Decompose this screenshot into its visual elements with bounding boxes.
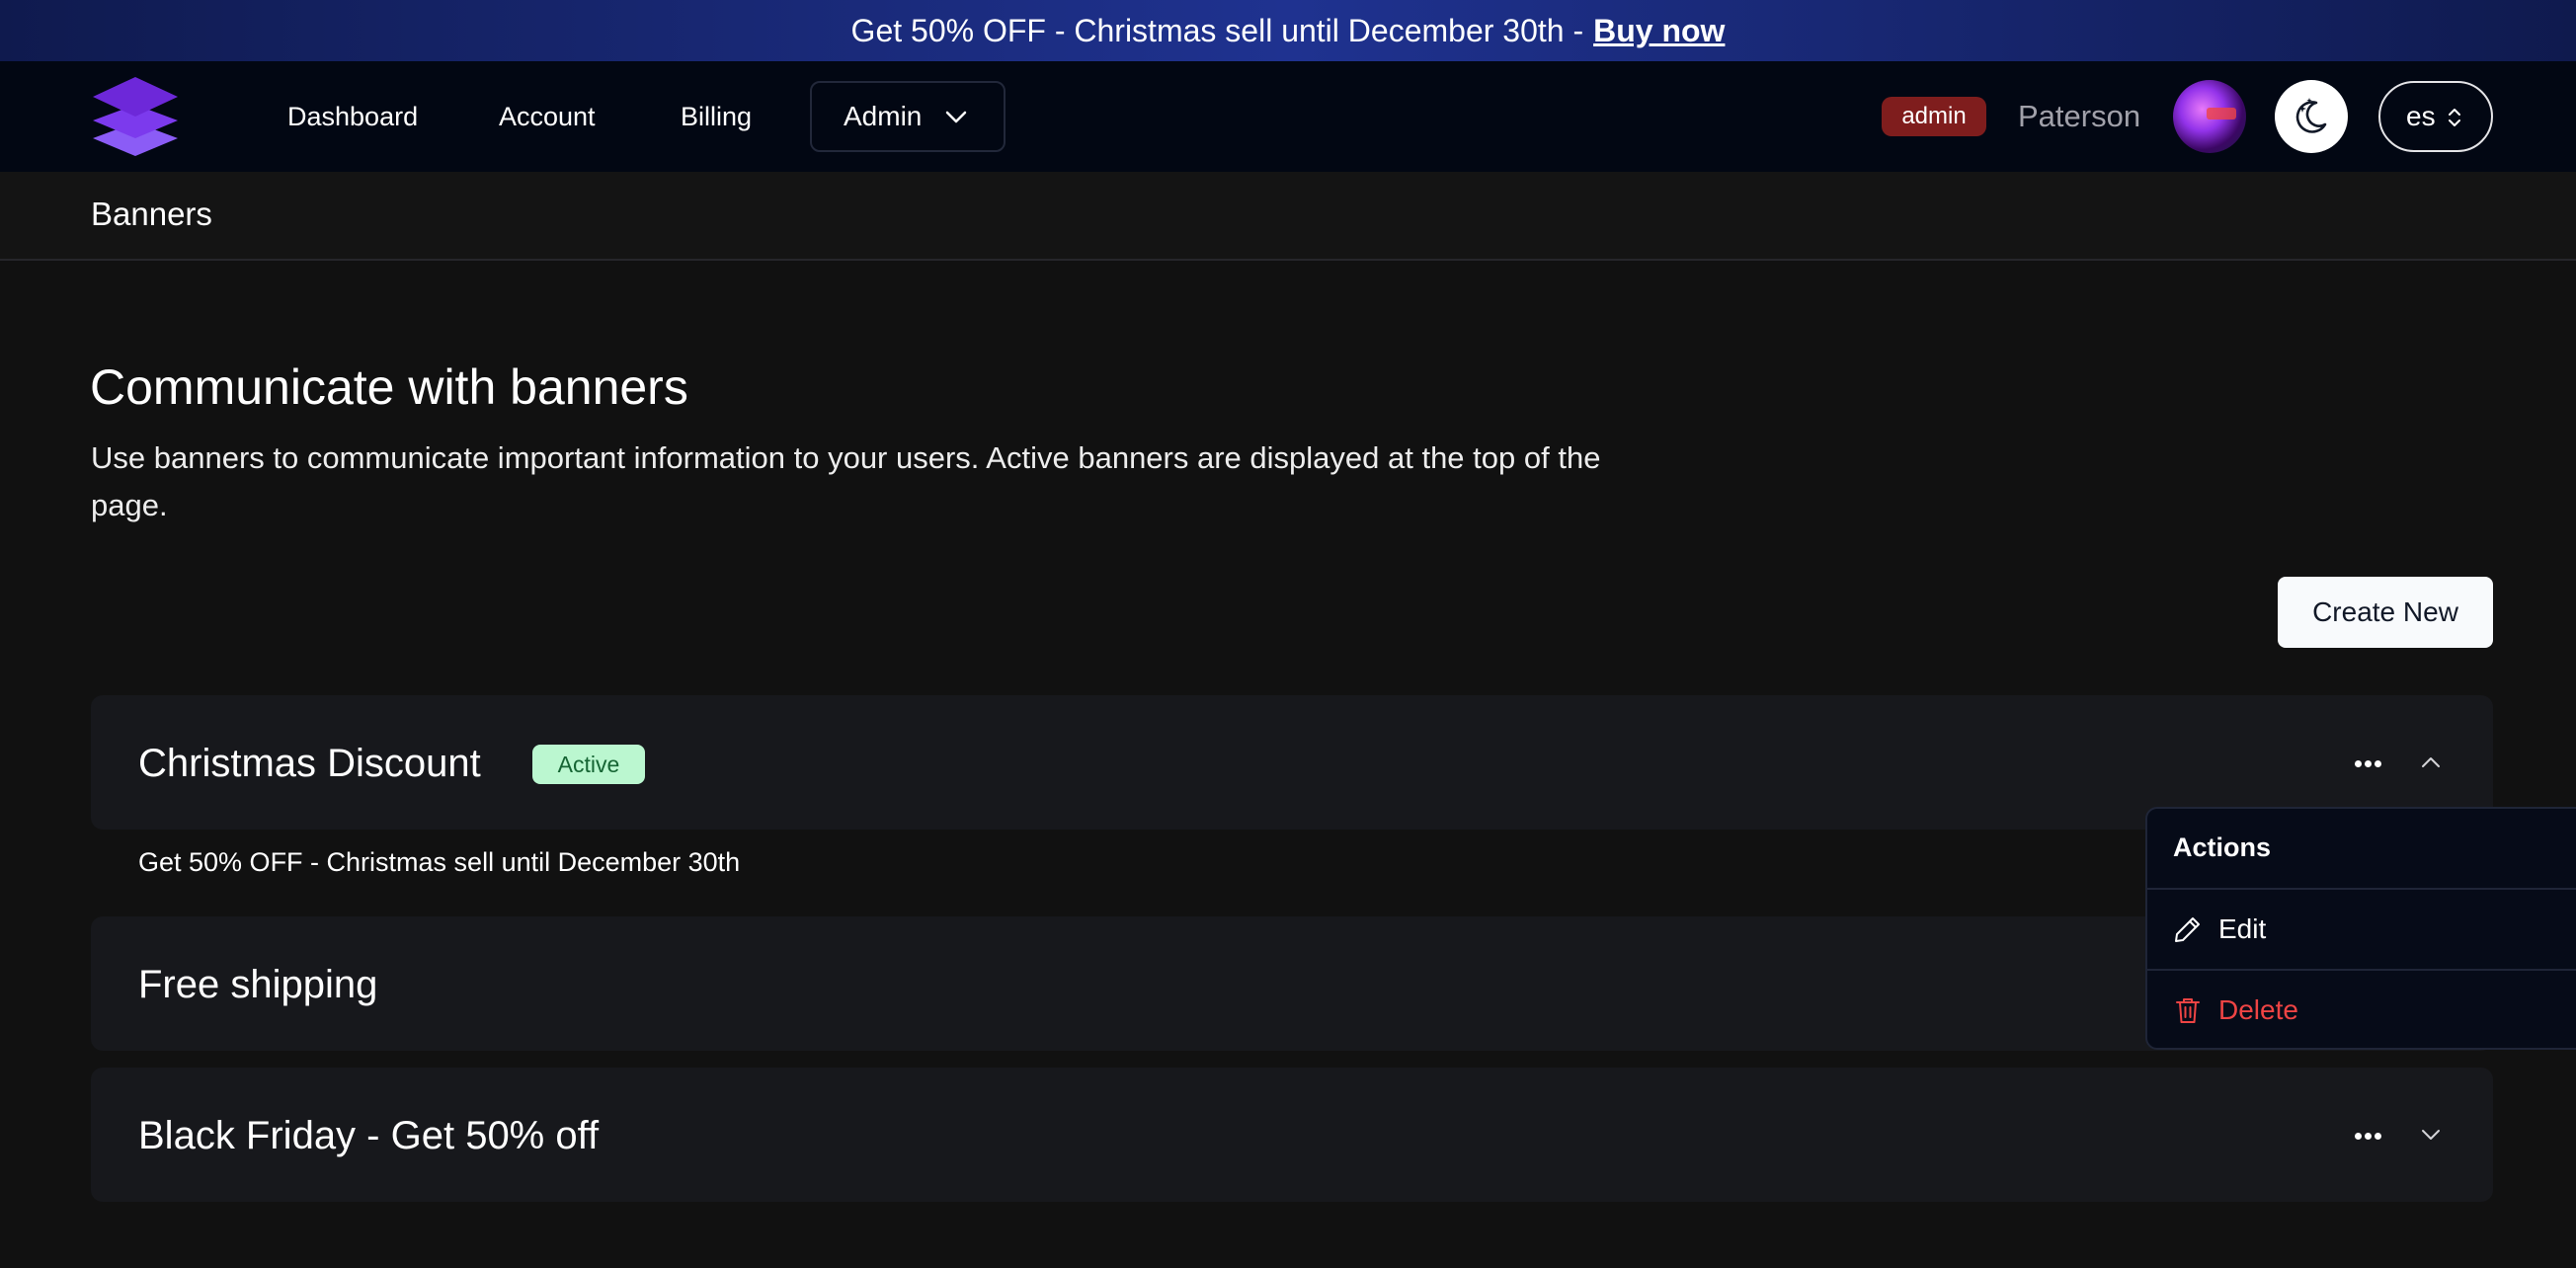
status-badge: Active: [532, 745, 645, 784]
nav-link-billing[interactable]: Billing: [681, 97, 752, 136]
admin-menu-label: Admin: [844, 101, 923, 131]
promo-text: Get 50% OFF - Christmas sell until Decem…: [850, 12, 1584, 48]
chevron-up-icon[interactable]: [2420, 754, 2442, 770]
role-badge: admin: [1882, 97, 1986, 136]
language-value: es: [2406, 101, 2436, 131]
edit-menu-item[interactable]: Edit: [2147, 890, 2576, 969]
username: Paterson: [2018, 99, 2141, 133]
more-actions-button[interactable]: [2355, 760, 2382, 768]
create-new-button[interactable]: Create New: [2278, 577, 2493, 648]
banner-item-free-shipping[interactable]: Free shipping: [91, 916, 2493, 1051]
language-select[interactable]: es: [2378, 81, 2493, 152]
banner-title: Black Friday - Get 50% off: [138, 1114, 600, 1157]
banner-item-black-friday[interactable]: Black Friday - Get 50% off: [91, 1068, 2493, 1202]
nav-link-account[interactable]: Account: [499, 97, 596, 136]
layers-logo[interactable]: [91, 75, 180, 158]
more-actions-button[interactable]: [2355, 1133, 2382, 1141]
edit-label: Edit: [2218, 913, 2267, 944]
theme-toggle-button[interactable]: [2275, 80, 2348, 153]
page-subheader: Banners: [0, 172, 2576, 261]
actions-menu-header: Actions: [2173, 832, 2272, 862]
pencil-icon: [2175, 917, 2200, 942]
delete-menu-item[interactable]: Delete: [2147, 971, 2576, 1050]
breadcrumb: Banners: [91, 196, 212, 232]
banner-title: Christmas Discount: [138, 742, 481, 785]
nav-link-dashboard[interactable]: Dashboard: [287, 97, 418, 136]
avatar[interactable]: [2173, 80, 2246, 153]
actions-menu: Actions Edit Delete: [2145, 807, 2576, 1050]
chevron-down-icon: [945, 111, 967, 123]
page-title: Communicate with banners: [90, 359, 688, 415]
top-navbar: Dashboard Account Billing Admin admin Pa…: [0, 61, 2576, 172]
moon-stars-icon: [2295, 98, 2327, 133]
page-description: Use banners to communicate important inf…: [91, 440, 1601, 522]
chevron-down-icon[interactable]: [2420, 1127, 2442, 1143]
delete-label: Delete: [2218, 994, 2298, 1025]
buy-now-link[interactable]: Buy now: [1593, 13, 1725, 49]
trash-icon: [2176, 998, 2200, 1023]
banner-title: Free shipping: [138, 963, 378, 1006]
banner-message: Get 50% OFF - Christmas sell until Decem…: [138, 847, 741, 877]
chevron-up-down-icon: [2449, 109, 2460, 126]
promo-banner: Get 50% OFF - Christmas sell until Decem…: [0, 0, 2576, 61]
admin-menu-button[interactable]: Admin: [810, 81, 1006, 152]
banner-item-christmas[interactable]: Christmas Discount Active: [91, 695, 2493, 830]
